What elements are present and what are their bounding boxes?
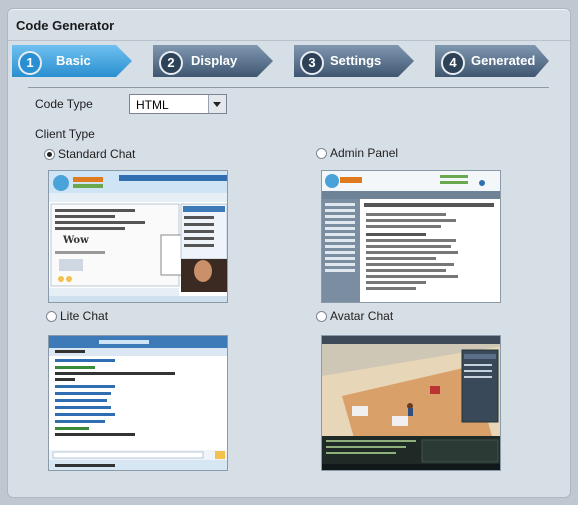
standard-chat-preview-image: Wow	[49, 171, 227, 302]
admin-panel-preview-image	[322, 171, 500, 302]
step-label: Display	[191, 53, 238, 68]
step-label: Settings	[330, 53, 382, 68]
client-type-label: Client Type	[35, 127, 95, 141]
step-display[interactable]: 2 Display	[153, 45, 273, 77]
chevron-down-icon[interactable]	[208, 95, 226, 113]
step-label: Generated	[471, 53, 536, 68]
admin-panel-preview[interactable]	[321, 170, 501, 303]
step-generated[interactable]: 4 Generated	[435, 45, 549, 77]
code-generator-panel: Code Generator 1 Basic 2 Display 3 Setti…	[7, 8, 571, 498]
code-type-select[interactable]: HTML	[129, 94, 227, 114]
lite-chat-preview-image	[49, 336, 227, 470]
option-label-standard-chat: Standard Chat	[58, 147, 136, 161]
step-number: 3	[300, 51, 324, 75]
code-type-label: Code Type	[35, 97, 93, 111]
radio-lite-chat[interactable]	[46, 311, 57, 322]
radio-admin-panel[interactable]	[316, 148, 327, 159]
avatar-chat-preview[interactable]	[321, 335, 501, 471]
radio-avatar-chat[interactable]	[316, 311, 327, 322]
option-label-avatar-chat: Avatar Chat	[330, 309, 394, 323]
svg-text:Wow: Wow	[62, 235, 89, 246]
option-label-lite-chat: Lite Chat	[60, 309, 109, 323]
step-number: 4	[441, 51, 465, 75]
title-bar: Code Generator	[8, 9, 570, 41]
option-label-admin-panel: Admin Panel	[330, 146, 399, 160]
step-label: Basic	[56, 53, 91, 68]
lite-chat-preview[interactable]	[48, 335, 228, 471]
avatar-chat-preview-image	[322, 336, 500, 470]
wizard-steps: 1 Basic 2 Display 3 Settings 4 Generated	[8, 45, 570, 79]
step-number: 2	[159, 51, 183, 75]
window-title: Code Generator	[16, 18, 115, 33]
step-settings[interactable]: 3 Settings	[294, 45, 414, 77]
divider	[28, 87, 549, 88]
step-number: 1	[18, 51, 42, 75]
step-basic[interactable]: 1 Basic	[12, 45, 132, 77]
standard-chat-preview[interactable]: Wow	[48, 170, 228, 303]
code-type-value: HTML	[136, 98, 169, 112]
radio-standard-chat[interactable]	[44, 149, 55, 160]
